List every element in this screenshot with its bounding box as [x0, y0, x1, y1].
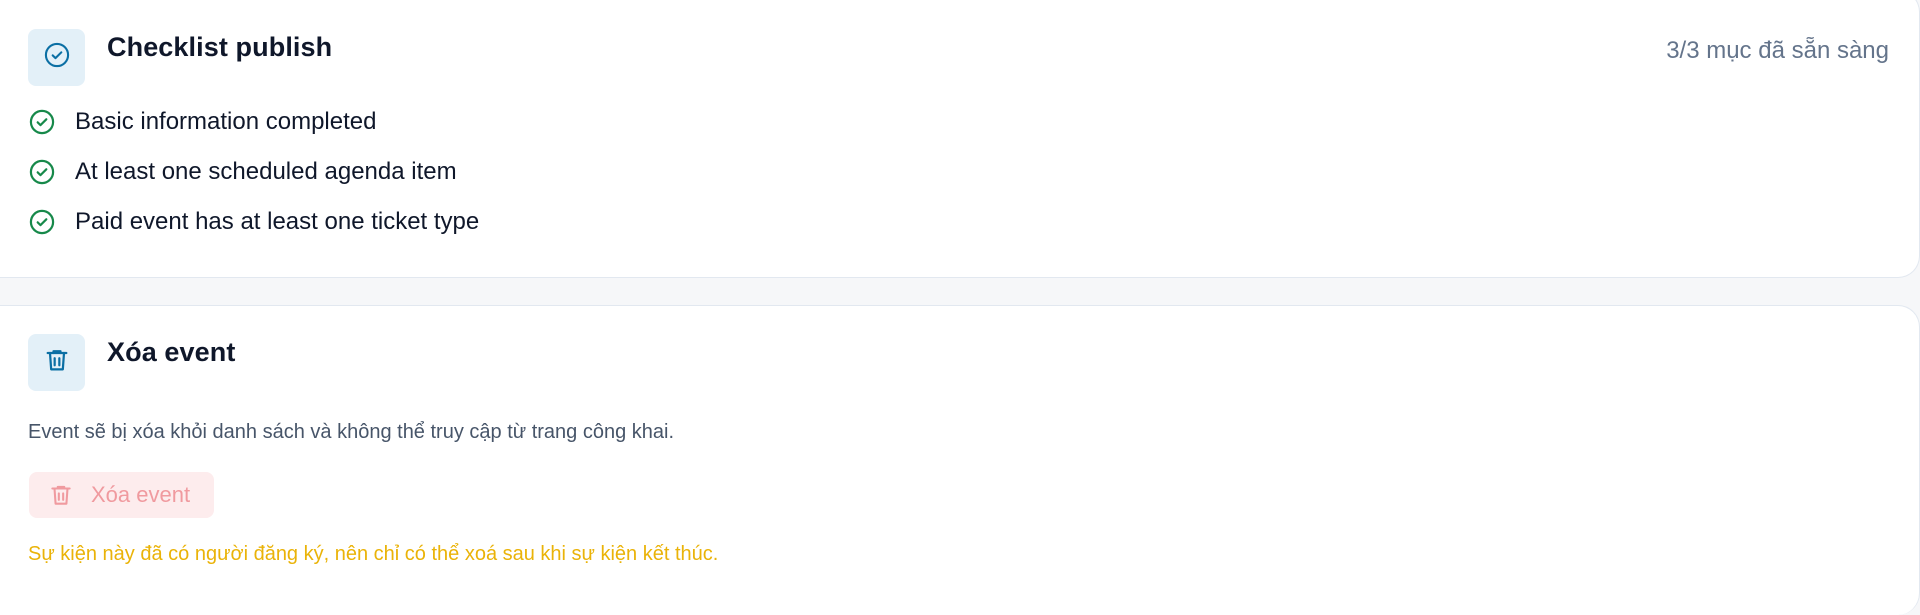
- checklist-title: Checklist publish: [107, 32, 333, 62]
- check-circle-icon: [28, 208, 56, 236]
- checklist-header-icon-box: [28, 29, 85, 86]
- check-circle-icon: [43, 41, 71, 74]
- checklist-item-label: Basic information completed: [75, 108, 377, 135]
- delete-event-title: Xóa event: [107, 337, 236, 367]
- checklist-status-text: 3/3 mục đã sẵn sàng: [1666, 37, 1889, 64]
- delete-event-button[interactable]: Xóa event: [29, 472, 214, 518]
- checklist-publish-card: Checklist publish 3/3 mục đã sẵn sàng Ba…: [0, 0, 1920, 278]
- check-circle-icon: [28, 108, 56, 136]
- check-circle-icon: [28, 158, 56, 186]
- delete-warning-text: Sự kiện này đã có người đăng ký, nên chỉ…: [28, 543, 719, 565]
- trash-icon: [48, 482, 74, 508]
- delete-event-button-label: Xóa event: [91, 482, 191, 507]
- delete-event-description: Event sẽ bị xóa khỏi danh sách và không …: [28, 421, 675, 443]
- trash-icon: [43, 346, 71, 379]
- checklist-item: Paid event has at least one ticket type: [28, 207, 479, 237]
- checklist-item: At least one scheduled agenda item: [28, 157, 457, 187]
- checklist-item: Basic information completed: [28, 107, 376, 137]
- checklist-item-label: At least one scheduled agenda item: [75, 158, 457, 185]
- checklist-item-label: Paid event has at least one ticket type: [75, 208, 480, 235]
- delete-event-card: Xóa event Event sẽ bị xóa khỏi danh sách…: [0, 305, 1920, 615]
- delete-header-icon-box: [28, 334, 85, 391]
